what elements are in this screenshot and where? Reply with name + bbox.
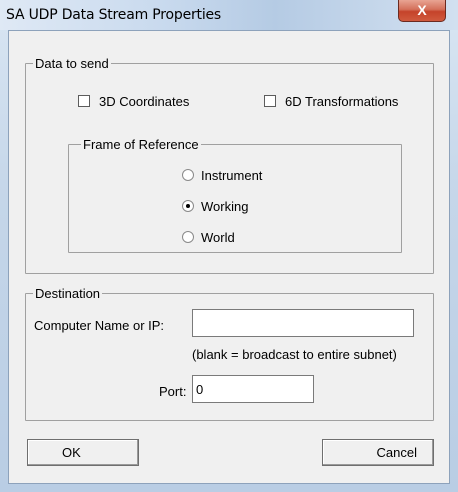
cancel-button[interactable]: Cancel (322, 439, 434, 466)
broadcast-hint: (blank = broadcast to entire subnet) (192, 347, 397, 362)
window-title: SA UDP Data Stream Properties (6, 7, 222, 23)
coords-3d-label[interactable]: 3D Coordinates (99, 94, 189, 109)
frame-of-reference-label: Frame of Reference (81, 137, 201, 152)
port-input[interactable] (192, 375, 314, 403)
transforms-6d-checkbox[interactable] (264, 95, 276, 107)
transforms-6d-label[interactable]: 6D Transformations (285, 94, 398, 109)
coords-3d-checkbox[interactable] (78, 95, 90, 107)
dialog-window: SA UDP Data Stream Properties X Data to … (0, 0, 458, 492)
radio-working-label[interactable]: Working (201, 199, 248, 214)
radio-instrument[interactable] (182, 169, 194, 181)
radio-working[interactable] (182, 200, 194, 212)
radio-selected-dot (186, 204, 190, 208)
port-label: Port: (159, 384, 187, 399)
radio-world-label[interactable]: World (201, 230, 235, 245)
radio-instrument-label[interactable]: Instrument (201, 168, 262, 183)
close-button[interactable]: X (398, 0, 446, 22)
computer-name-input[interactable] (192, 309, 414, 337)
data-to-send-label: Data to send (33, 56, 111, 71)
destination-label: Destination (33, 286, 103, 301)
dialog-client-area: Data to send 3D Coordinates 6D Transform… (8, 30, 450, 484)
title-bar[interactable]: SA UDP Data Stream Properties X (0, 0, 458, 30)
radio-world[interactable] (182, 231, 194, 243)
computer-name-label: Computer Name or IP: (34, 318, 165, 333)
ok-button[interactable]: OK (27, 439, 139, 466)
